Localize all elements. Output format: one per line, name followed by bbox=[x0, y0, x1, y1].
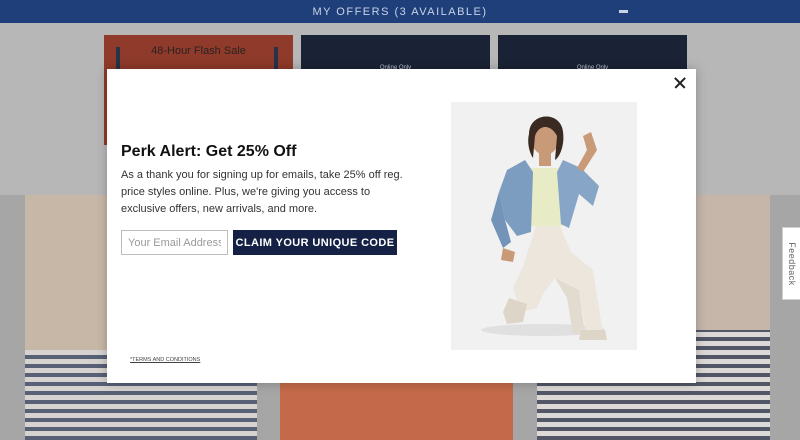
offers-bar[interactable]: MY OFFERS (3 AVAILABLE) bbox=[0, 0, 800, 23]
email-input[interactable] bbox=[121, 230, 228, 255]
email-signup-modal: Perk Alert: Get 25% Off As a thank you f… bbox=[107, 69, 696, 383]
modal-body-text: As a thank you for signing up for emails… bbox=[121, 169, 403, 215]
promo-card-label: 48-Hour Flash Sale bbox=[151, 45, 246, 57]
terms-link[interactable]: *TERMS AND CONDITIONS bbox=[130, 357, 200, 363]
close-icon[interactable] bbox=[670, 73, 690, 93]
modal-title: Perk Alert: Get 25% Off bbox=[121, 143, 297, 160]
offers-bar-label[interactable]: MY OFFERS (3 AVAILABLE) bbox=[312, 6, 487, 18]
claim-code-button[interactable]: CLAIM YOUR UNIQUE CODE bbox=[233, 230, 397, 255]
feedback-tab[interactable]: Feedback bbox=[782, 227, 800, 300]
model-photo bbox=[451, 102, 637, 350]
feedback-tab-label[interactable]: Feedback bbox=[787, 242, 797, 286]
minus-icon[interactable] bbox=[619, 10, 628, 13]
